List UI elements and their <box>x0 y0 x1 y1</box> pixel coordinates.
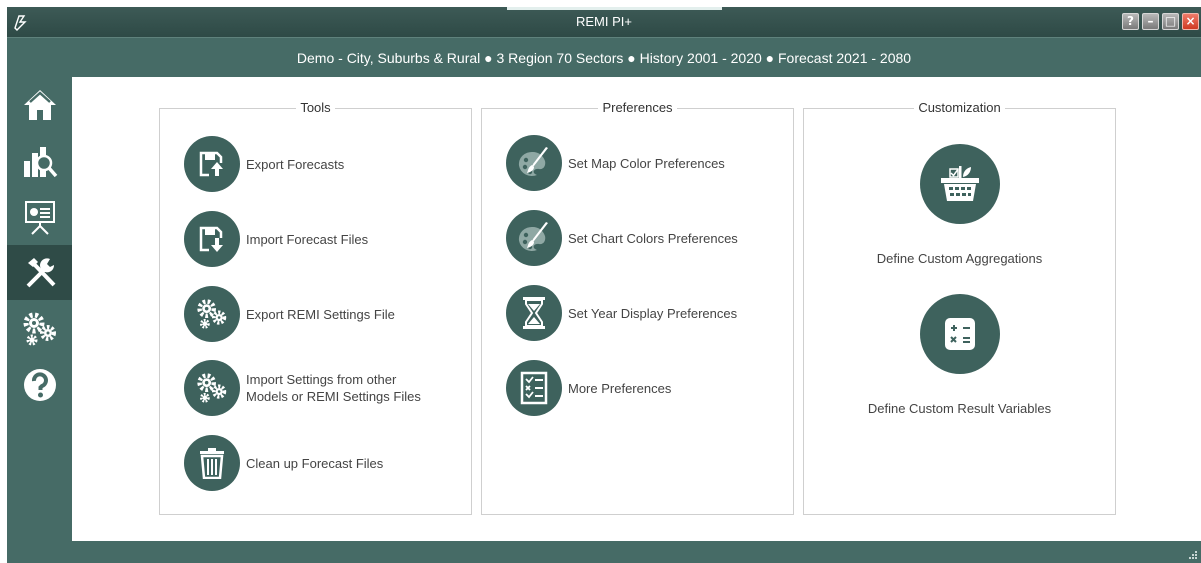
palette-icon <box>506 210 562 266</box>
set-year-display-preferences-label: Set Year Display Preferences <box>568 305 738 321</box>
sidebar-item-tools[interactable] <box>7 245 72 300</box>
sidebar-item-help[interactable] <box>7 357 72 412</box>
more-preferences-item[interactable]: More Preferences <box>506 360 671 416</box>
export-forecast-icon <box>184 136 240 192</box>
gears-icon <box>23 312 56 345</box>
import-settings-label: Import Settings from other Models or REM… <box>246 372 421 404</box>
sidebar-item-home[interactable] <box>7 77 72 132</box>
export-remi-settings-item[interactable]: Export REMI Settings File <box>184 286 395 342</box>
tools-icon <box>26 257 55 287</box>
sidebar-nav <box>7 77 72 541</box>
home-icon <box>23 89 56 120</box>
window-title: REMI PI+ <box>576 14 632 29</box>
gears-icon <box>184 360 240 416</box>
tools-panel-title: Tools <box>296 100 335 115</box>
calculator-icon <box>919 294 1000 374</box>
minimize-button[interactable]: – <box>1142 13 1159 30</box>
import-forecast-files-label: Import Forecast Files <box>246 231 369 247</box>
set-year-display-preferences-item[interactable]: Set Year Display Preferences <box>506 285 737 341</box>
palette-icon <box>506 135 562 191</box>
sidebar-item-settings[interactable] <box>7 301 72 356</box>
import-forecast-icon <box>184 211 240 267</box>
app-window: REMI PI+ ? – □ × Demo - City, Suburbs & … <box>0 0 1201 563</box>
preferences-panel-title: Preferences <box>598 100 677 115</box>
set-map-color-preferences-label: Set Map Color Preferences <box>568 155 725 171</box>
window-controls: ? – □ × <box>1122 13 1199 30</box>
preferences-panel: Preferences Set Map Color Preferences Se… <box>481 100 794 515</box>
define-custom-result-variables-label: Define Custom Result Variables <box>867 401 1052 416</box>
sidebar-item-charts[interactable] <box>7 133 72 188</box>
maximize-button[interactable]: □ <box>1162 13 1179 30</box>
help-icon <box>23 368 56 401</box>
help-window-button[interactable]: ? <box>1122 13 1139 30</box>
export-forecasts-item[interactable]: Export Forecasts <box>184 136 344 192</box>
tools-panel: Tools Export Forecasts Import Forecast F… <box>159 100 472 515</box>
model-info-bar: Demo - City, Suburbs & Rural ● 3 Region … <box>7 37 1201 77</box>
import-settings-item[interactable]: Import Settings from other Models or REM… <box>184 360 421 416</box>
clean-up-forecast-files-item[interactable]: Clean up Forecast Files <box>184 435 383 491</box>
close-button[interactable]: × <box>1182 13 1199 30</box>
define-custom-result-variables-item[interactable]: Define Custom Result Variables <box>804 294 1115 416</box>
clean-up-forecast-files-label: Clean up Forecast Files <box>246 455 384 471</box>
chart-icon <box>23 146 57 177</box>
export-forecasts-label: Export Forecasts <box>246 156 345 172</box>
customization-panel: Customization Define Custom Aggregations… <box>803 100 1116 515</box>
define-custom-aggregations-item[interactable]: Define Custom Aggregations <box>804 144 1115 266</box>
status-bar <box>7 541 1201 563</box>
hourglass-icon <box>506 285 562 341</box>
define-custom-aggregations-label: Define Custom Aggregations <box>876 251 1043 266</box>
gears-icon <box>184 286 240 342</box>
set-map-color-preferences-item[interactable]: Set Map Color Preferences <box>506 135 725 191</box>
title-bar: REMI PI+ ? – □ × <box>7 7 1201 37</box>
resize-grip-icon[interactable] <box>1188 550 1198 560</box>
import-forecast-files-item[interactable]: Import Forecast Files <box>184 211 368 267</box>
set-chart-colors-preferences-label: Set Chart Colors Preferences <box>568 230 738 246</box>
export-remi-settings-label: Export REMI Settings File <box>246 306 395 322</box>
presentation-icon <box>24 200 55 235</box>
sidebar-item-presentation[interactable] <box>7 189 72 244</box>
set-chart-colors-preferences-item[interactable]: Set Chart Colors Preferences <box>506 210 738 266</box>
trash-icon <box>184 435 240 491</box>
checklist-icon <box>506 360 562 416</box>
basket-icon <box>919 144 1000 224</box>
customization-panel-title: Customization <box>914 100 1005 115</box>
more-preferences-label: More Preferences <box>568 380 672 396</box>
